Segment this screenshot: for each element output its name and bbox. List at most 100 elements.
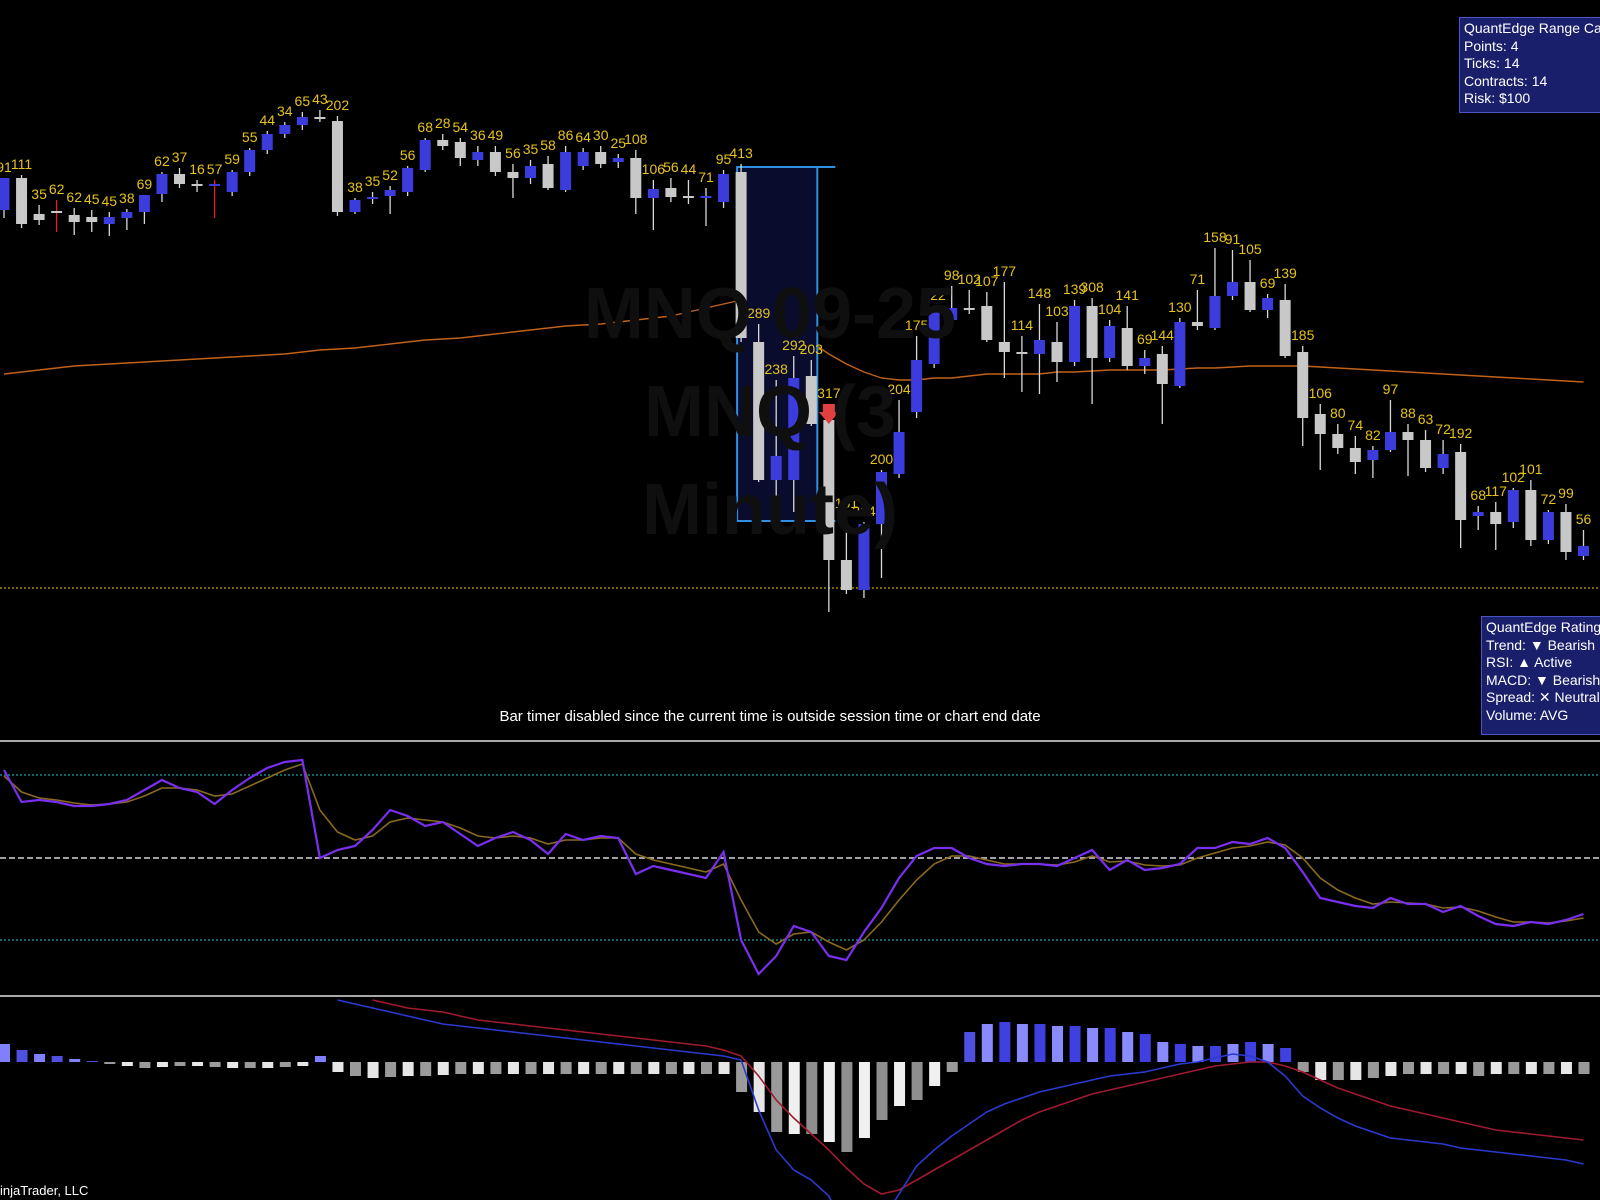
chart-canvas[interactable]: 91 11135 62 62 45 45 386962 3716 575955443465 432… <box>0 0 1600 1200</box>
volume-label: 58 <box>540 137 556 153</box>
volume-label: 130 <box>1168 299 1192 315</box>
macd-histogram-bar <box>1560 1062 1572 1074</box>
volume-label: 71 <box>698 169 714 185</box>
macd-histogram-bar <box>104 1062 116 1064</box>
macd-histogram-bar <box>385 1062 397 1077</box>
volume-label: 35 <box>31 186 47 202</box>
candle-body <box>1578 546 1589 556</box>
candle-body <box>1402 432 1414 440</box>
macd-histogram-bar <box>1490 1062 1502 1074</box>
macd-histogram-bar <box>1174 1044 1186 1062</box>
candle-body <box>577 152 589 166</box>
macd-histogram-bar <box>1192 1046 1204 1062</box>
ratings-macd: MACD: ▼ Bearish <box>1486 671 1600 688</box>
macd-histogram-bar <box>1157 1042 1169 1062</box>
volume-label: 38 <box>119 190 135 206</box>
volume-label: 103 <box>1045 303 1069 319</box>
macd-histogram-bar <box>1069 1026 1081 1062</box>
candle-body <box>1104 326 1116 358</box>
volume-label: 158 <box>1203 229 1227 245</box>
macd-histogram-bar <box>332 1062 344 1072</box>
candle-body <box>1332 434 1344 448</box>
volume-label: 28 <box>435 115 451 131</box>
macd-histogram-bar <box>0 1044 10 1062</box>
instrument-watermark: MNQ 09-25 MNQ (3 Minute) <box>560 265 980 559</box>
volume-label: 106 <box>1309 385 1333 401</box>
volume-label: 80 <box>1330 405 1346 421</box>
volume-label: 88 <box>1400 405 1416 421</box>
candle-body <box>1297 352 1309 418</box>
range-calc-risk: Risk: $100 <box>1464 90 1531 106</box>
candle-body <box>1314 414 1326 434</box>
candle-body <box>840 560 852 590</box>
macd-histogram-bar <box>964 1032 976 1062</box>
candle-body <box>279 125 291 134</box>
volume-label: 72 <box>1541 491 1557 507</box>
macd-histogram-bar <box>1034 1024 1046 1062</box>
volume-label: 69 <box>137 176 153 192</box>
candle-body <box>542 164 554 188</box>
macd-histogram-bar <box>683 1062 695 1074</box>
volume-label: 144 <box>1151 327 1175 343</box>
macd-histogram-bar <box>437 1062 449 1075</box>
range-calc-title: QuantEdge Range Calc <box>1464 20 1600 36</box>
candle-body <box>1016 352 1028 354</box>
macd-histogram-bar <box>736 1062 748 1092</box>
candle-body <box>103 217 115 224</box>
watermark-line1: MNQ 09-25 <box>583 274 957 354</box>
macd-histogram-bar <box>350 1062 361 1076</box>
macd-histogram-bar <box>262 1062 274 1068</box>
macd-histogram-bar <box>1508 1062 1520 1074</box>
macd-histogram-bar <box>121 1062 133 1066</box>
candle-body <box>595 152 607 164</box>
macd-histogram-bar <box>771 1062 783 1132</box>
volume-label: 101 <box>1519 461 1543 477</box>
volume-label: 38 <box>347 179 363 195</box>
macd-histogram-bar <box>981 1024 993 1062</box>
volume-label: 413 <box>729 145 753 161</box>
volume-label: 202 <box>326 97 350 113</box>
volume-label: 36 <box>470 127 486 143</box>
candle-body <box>0 178 10 210</box>
candle-body <box>1472 512 1484 516</box>
candle-body <box>1490 512 1502 524</box>
candle-body <box>156 174 168 194</box>
volume-label: 62 <box>66 189 82 205</box>
candle-body <box>1279 300 1291 356</box>
range-calc-panel: QuantEdge Range Calc Points: 4 Ticks: 14… <box>1459 17 1600 113</box>
candle-body <box>1209 296 1221 328</box>
macd-histogram-bar <box>1332 1062 1344 1080</box>
volume-label: 71 <box>1190 271 1206 287</box>
candle-body <box>1560 512 1572 552</box>
candle-body <box>454 142 466 158</box>
volume-label: 54 <box>453 119 469 135</box>
candle-body <box>349 200 361 212</box>
volume-label: 63 <box>1418 411 1434 427</box>
macd-line <box>337 999 1584 1200</box>
macd-histogram-bar <box>209 1062 221 1067</box>
macd-signal-line <box>372 999 1584 1195</box>
macd-histogram-bar <box>1350 1062 1362 1080</box>
candle-body <box>314 117 326 119</box>
macd-histogram-bar <box>297 1062 309 1066</box>
candle-body <box>560 152 572 190</box>
ratings-title: QuantEdge Ratings <box>1486 619 1600 635</box>
candle-body <box>1051 342 1063 362</box>
macd-histogram-bar <box>841 1062 853 1152</box>
volume-label: 111 <box>11 156 32 172</box>
candle-body <box>1349 448 1361 462</box>
candle-body <box>1033 340 1045 354</box>
macd-histogram-bar <box>174 1062 186 1066</box>
volume-label: 82 <box>1365 427 1381 443</box>
candle-body <box>1437 454 1449 468</box>
candle-body <box>489 152 501 172</box>
candle-body <box>507 172 519 178</box>
candle-body <box>226 172 238 192</box>
volume-label: 56 <box>663 159 679 175</box>
rsi-line <box>3 758 1584 976</box>
macd-histogram-bar <box>472 1062 484 1074</box>
macd-histogram-bar <box>701 1062 712 1074</box>
macd-histogram-bar <box>34 1054 46 1062</box>
macd-histogram-bar <box>578 1062 590 1074</box>
macd-histogram-bar <box>69 1059 81 1062</box>
